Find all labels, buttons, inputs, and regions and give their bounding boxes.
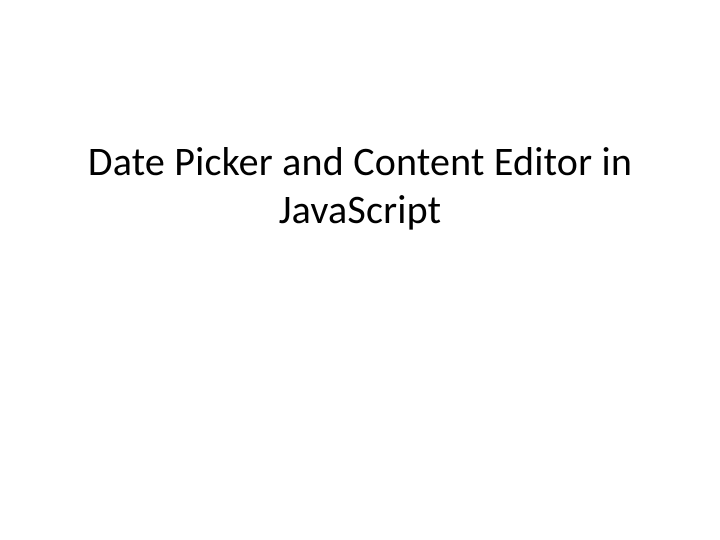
slide-title: Date Picker and Content Editor in JavaSc… (60, 138, 660, 234)
slide-container: Date Picker and Content Editor in JavaSc… (0, 0, 720, 540)
